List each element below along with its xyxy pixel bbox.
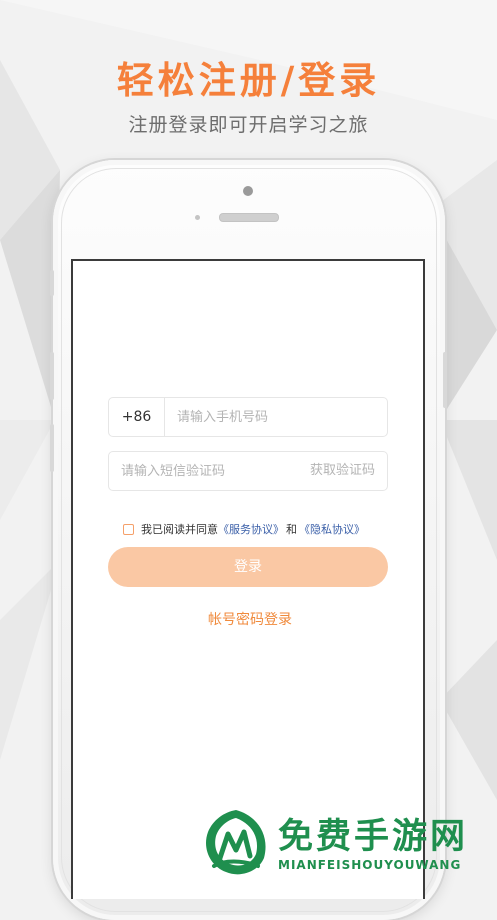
front-camera [243, 186, 253, 196]
watermark-subtitle: MIANFEISHOUYOUWANG [278, 858, 462, 872]
page-title: 轻松注册/登录 [116, 59, 381, 102]
sms-code-field: 获取验证码 [108, 451, 388, 491]
agree-prefix-text: 我已阅读并同意 [141, 523, 218, 536]
service-agreement-link[interactable]: 《服务协议》 [218, 521, 284, 537]
agree-and-text: 和 [286, 523, 297, 536]
sms-code-input[interactable] [121, 452, 301, 490]
privacy-agreement-link[interactable]: 《隐私协议》 [299, 521, 365, 537]
power-button [443, 352, 447, 408]
phone-input[interactable] [177, 398, 377, 436]
volume-down-button [50, 424, 54, 472]
phone-number-field: +86 [108, 397, 388, 437]
page-subtitle: 注册登录即可开启学习之旅 [128, 114, 369, 136]
password-login-link[interactable]: 帐号密码登录 [73, 609, 427, 629]
watermark-title: 免费手游网 [278, 817, 469, 857]
login-button[interactable]: 登录 [108, 547, 388, 587]
agreement-row: 我已阅读并同意 《服务协议》 和 《隐私协议》 [123, 520, 365, 538]
earpiece-speaker [219, 213, 279, 222]
country-code-selector[interactable]: +86 [109, 398, 165, 436]
watermark: 免费手游网 MIANFEISHOUYOUWANG [200, 806, 490, 880]
proximity-sensor [195, 215, 200, 220]
agree-checkbox[interactable] [123, 523, 134, 535]
login-screen: +86 获取验证码 我已阅读并同意 《服务协议》 和 《隐私协议》 登录 帐号密… [71, 259, 425, 899]
get-code-button[interactable]: 获取验证码 [310, 452, 375, 490]
mute-switch [50, 270, 54, 296]
leaf-m-logo-icon [206, 810, 266, 875]
volume-up-button [50, 352, 54, 400]
